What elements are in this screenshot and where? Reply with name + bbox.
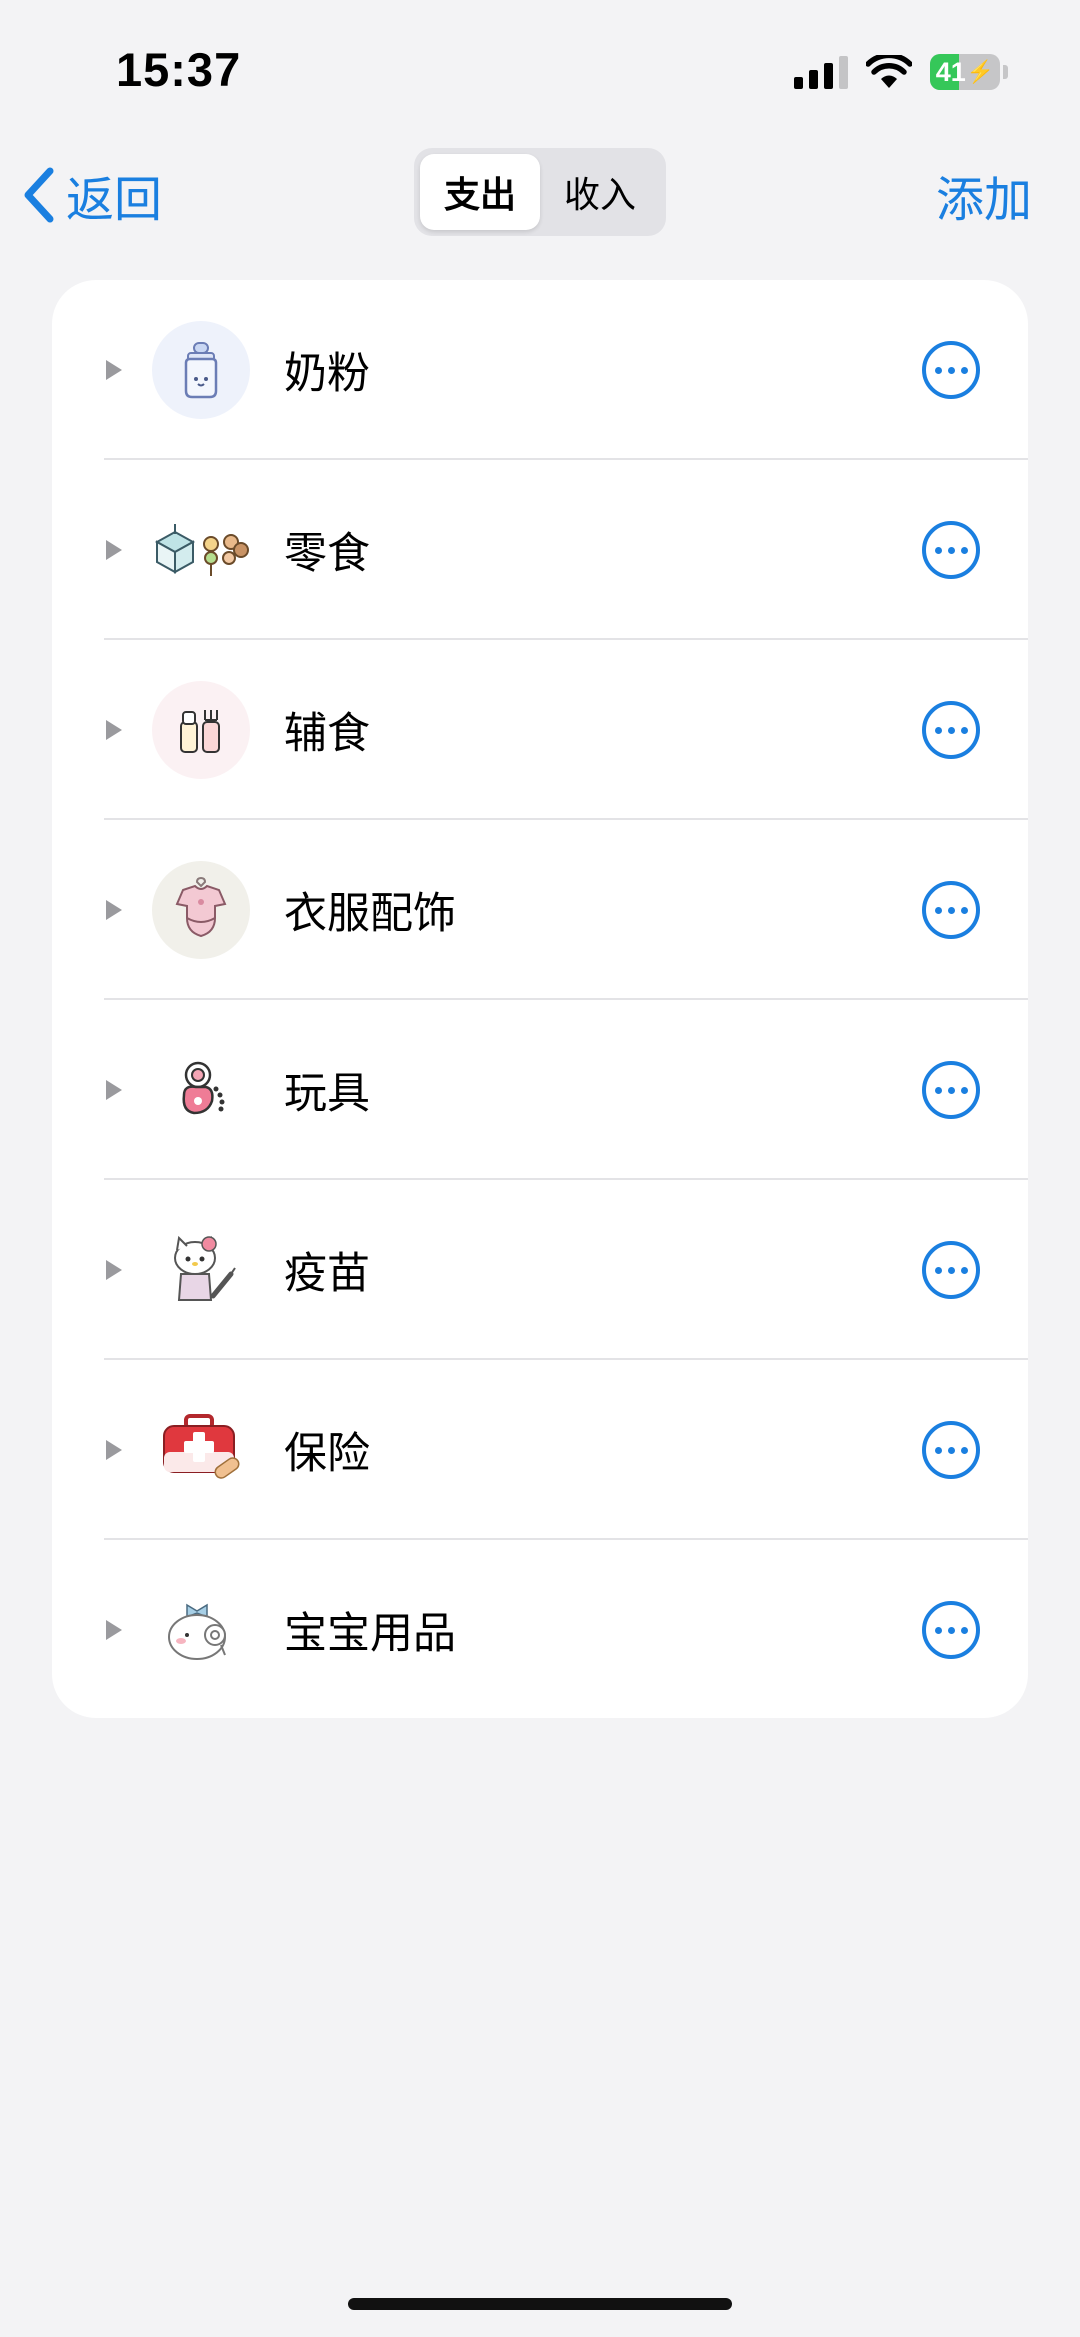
toy-icon [152,1041,250,1139]
expense-income-segmented-control: 支出 收入 [414,148,666,236]
more-options-icon[interactable] [922,1601,980,1659]
snack-icon [148,501,258,599]
category-list: 奶粉 零食 辅食 衣服配饰 玩具 疫苗 保险 宝宝用品 [52,280,1028,1718]
home-indicator[interactable] [348,2298,732,2310]
add-button[interactable]: 添加 [936,160,1032,230]
category-row[interactable]: 零食 [52,460,1028,640]
battery-nub [1003,65,1008,79]
category-label: 奶粉 [284,349,370,399]
status-time: 15:37 [116,43,242,96]
milk-bottle-icon [152,321,250,419]
disclosure-triangle-icon[interactable] [106,360,122,380]
chevron-left-icon [24,167,54,223]
vaccine-kitty-icon [152,1221,250,1319]
first-aid-kit-icon [152,1401,250,1499]
category-label: 辅食 [284,709,370,759]
disclosure-triangle-icon[interactable] [106,1080,122,1100]
category-label: 玩具 [284,1069,370,1119]
segment-expense[interactable]: 支出 [420,154,540,230]
disclosure-triangle-icon[interactable] [106,1260,122,1280]
baby-food-icon [152,681,250,779]
battery-level: 41 [935,56,966,87]
category-label: 宝宝用品 [284,1609,456,1659]
category-row[interactable]: 玩具 [52,1000,1028,1180]
back-label: 返回 [66,172,163,228]
more-options-icon[interactable] [922,1061,980,1119]
screen: 15:37 41 ⚡ 返回 支出 收入 添加 奶粉 零食 辅食 衣服配饰 玩具 … [0,0,1080,2337]
wifi-icon [866,55,912,88]
disclosure-triangle-icon[interactable] [106,1440,122,1460]
category-label: 零食 [284,529,370,579]
baby-supplies-icon [152,1581,250,1679]
more-options-icon[interactable] [922,1421,980,1479]
category-row[interactable]: 奶粉 [52,280,1028,460]
cellular-signal-icon [794,55,848,89]
more-options-icon[interactable] [922,341,980,399]
category-label: 疫苗 [284,1249,370,1299]
more-options-icon[interactable] [922,701,980,759]
category-row[interactable]: 衣服配饰 [52,820,1028,1000]
segment-income[interactable]: 收入 [540,154,660,230]
disclosure-triangle-icon[interactable] [106,720,122,740]
category-row[interactable]: 辅食 [52,640,1028,820]
more-options-icon[interactable] [922,881,980,939]
disclosure-triangle-icon[interactable] [106,1620,122,1640]
status-icons: 41 ⚡ [794,52,1008,92]
battery-icon: 41 ⚡ [930,54,1000,90]
category-label: 衣服配饰 [284,889,456,939]
baby-clothes-icon [152,861,250,959]
back-button[interactable]: 返回 [22,160,162,230]
disclosure-triangle-icon[interactable] [106,540,122,560]
category-label: 保险 [284,1429,370,1479]
more-options-icon[interactable] [922,1241,980,1299]
more-options-icon[interactable] [922,521,980,579]
category-row[interactable]: 宝宝用品 [52,1540,1028,1718]
category-row[interactable]: 疫苗 [52,1180,1028,1360]
category-row[interactable]: 保险 [52,1360,1028,1540]
disclosure-triangle-icon[interactable] [106,900,122,920]
